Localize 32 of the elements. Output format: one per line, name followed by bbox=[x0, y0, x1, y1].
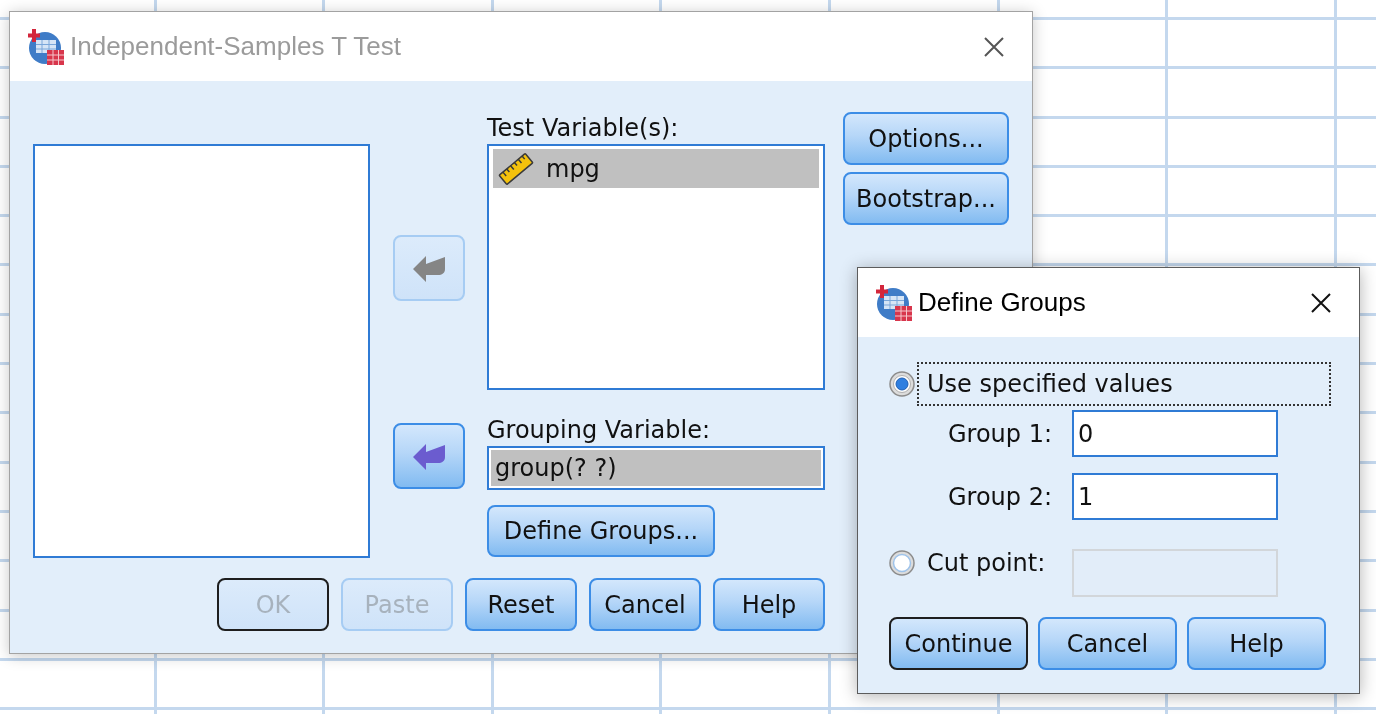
radio-label: Use specified values bbox=[917, 362, 1331, 406]
dialog-button[interactable]: Define Groups... bbox=[487, 505, 715, 557]
variable-list[interactable] bbox=[33, 144, 370, 558]
input-field[interactable]: 0 bbox=[1072, 410, 1278, 457]
radio-button[interactable] bbox=[889, 371, 915, 397]
app-icon bbox=[876, 284, 912, 321]
field-label: Group 2: bbox=[947, 482, 1052, 511]
list-item[interactable]: mpg bbox=[493, 149, 819, 188]
dialog-button[interactable]: Continue bbox=[889, 617, 1028, 670]
section-label: Test Variable(s): bbox=[487, 113, 679, 144]
dialog-button[interactable]: Options... bbox=[843, 112, 1009, 165]
dialog-button[interactable]: Cancel bbox=[589, 578, 701, 631]
dialog-button[interactable]: Help bbox=[1187, 617, 1326, 670]
input-field[interactable]: 1 bbox=[1072, 473, 1278, 520]
bent-arrow-icon bbox=[413, 442, 445, 470]
app-icon bbox=[28, 28, 64, 65]
field-label: Group 1: bbox=[947, 419, 1052, 448]
dialog-button[interactable]: Help bbox=[713, 578, 825, 631]
variable-list[interactable]: mpg bbox=[487, 144, 825, 390]
bent-arrow-icon bbox=[413, 254, 445, 282]
move-button[interactable] bbox=[393, 423, 465, 489]
window-title: Independent-Samples T Test bbox=[70, 31, 401, 62]
section-label: Grouping Variable: bbox=[487, 415, 711, 446]
close-icon[interactable] bbox=[984, 36, 1004, 57]
grouping-variable-field[interactable]: group(? ?) bbox=[487, 446, 825, 490]
dialog-button[interactable]: Bootstrap... bbox=[843, 172, 1009, 225]
window-title: Define Groups bbox=[918, 287, 1086, 318]
radio-button[interactable] bbox=[889, 550, 915, 576]
dialog-button[interactable]: Reset bbox=[465, 578, 577, 631]
dialog-button[interactable]: Cancel bbox=[1038, 617, 1177, 670]
close-icon[interactable] bbox=[1311, 292, 1331, 313]
radio-label: Cut point: bbox=[926, 549, 1047, 577]
